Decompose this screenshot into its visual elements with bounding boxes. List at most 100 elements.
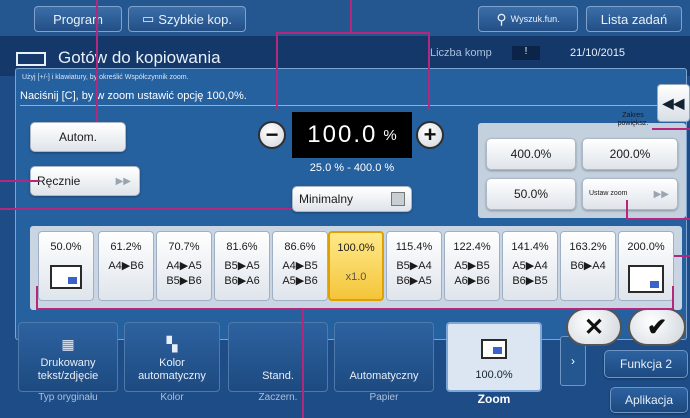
copier-screen: Program ▭ Szybkie kop. ⚲ Wyszuk.fun. Lis… (0, 0, 690, 418)
instruction-text: Naciśnij [C], by w zoom ustawić opcję 10… (20, 90, 660, 106)
search-function-button[interactable]: ⚲ Wyszuk.fun. (478, 6, 578, 32)
manual-zoom-button[interactable]: Ręcznie ▶▶ (30, 166, 140, 196)
color-icon: ▚ (166, 336, 178, 352)
minimal-toggle[interactable]: Minimalny (292, 186, 412, 212)
density-tab[interactable]: Stand. (228, 322, 328, 392)
preset-percent: 141.4% (511, 241, 549, 253)
original-type-value: Drukowany tekst/zdjęcie (37, 357, 99, 382)
zoom-icon (481, 339, 507, 359)
preset-button[interactable]: 86.6% A4▶B5 A5▶B6 (272, 231, 328, 301)
auto-zoom-label: Autom. (58, 130, 97, 144)
plus-button[interactable]: + (416, 121, 444, 149)
callout-line (0, 180, 40, 182)
quick-copy-button[interactable]: ▭ Szybkie kop. (128, 6, 246, 32)
callout-line (276, 32, 278, 110)
cancel-icon[interactable]: ✕ (566, 308, 622, 346)
preset-paper-line: B6▶A5 (396, 275, 432, 287)
chevron-right-icon: ▶▶ (115, 175, 131, 187)
callout-line (350, 0, 352, 32)
minus-button[interactable]: − (258, 121, 286, 149)
preset-percent: 163.2% (569, 241, 607, 253)
enlarge-icon (628, 265, 664, 293)
preset-button[interactable]: 122.4% A5▶B5 A6▶B6 (444, 231, 500, 301)
zoom-50-label: 50.0% (513, 187, 549, 201)
preset-paper-line: B5▶B6 (166, 275, 202, 287)
preset-paper-line: B5▶A4 (396, 260, 432, 272)
quick-copy-label: Szybkie kop. (158, 11, 232, 27)
applications-button[interactable]: Aplikacja (610, 387, 688, 413)
callout-line (0, 208, 292, 210)
callout-line (428, 32, 430, 110)
callout-line (302, 308, 304, 418)
search-icon: ⚲ (496, 10, 507, 27)
callout-line (652, 128, 690, 130)
set-zoom-button[interactable]: Ustaw zoom ▶▶ (582, 178, 678, 210)
set-zoom-label: Ustaw zoom (589, 190, 628, 197)
ok-check-icon[interactable]: ✔ (628, 308, 686, 346)
zoom-400-button[interactable]: 400.0% (486, 138, 576, 170)
preset-paper-line: x1.0 (345, 271, 367, 283)
zoom-value: 100.0 (307, 121, 378, 148)
callout-line (674, 255, 690, 257)
search-label: Wyszuk.fun. (510, 14, 560, 24)
zoom-unit: % (383, 126, 397, 144)
preset-button[interactable]: 70.7% A4▶A5 B5▶B6 (156, 231, 212, 301)
reduce-icon (50, 265, 82, 289)
collapse-panel-icon[interactable]: ◀◀ (657, 84, 690, 122)
preset-button[interactable]: 81.6% B5▶A5 B6▶A6 (214, 231, 270, 301)
preset-paper-line: A6▶B6 (454, 275, 490, 287)
preset-percent: 50.0% (50, 241, 82, 253)
preset-paper-line: A5▶A4 (512, 260, 548, 272)
preset-50-button[interactable]: 50.0% (38, 231, 94, 301)
preset-paper-line: A4▶B5 (282, 260, 318, 272)
zoom-50-button[interactable]: 50.0% (486, 178, 576, 210)
preset-percent: 115.4% (395, 241, 433, 253)
zoom-200-button[interactable]: 200.0% (582, 138, 678, 170)
zoom-value-display: 100.0 % (292, 112, 412, 158)
warning-icon: ! (512, 46, 540, 60)
preset-200-button[interactable]: 200.0% (618, 231, 674, 301)
checkbox-icon (391, 192, 405, 206)
program-button[interactable]: Program (34, 6, 122, 32)
preset-button[interactable]: 115.4% B5▶A4 B6▶A5 (386, 231, 442, 301)
copy-count-label: Liczba komp (430, 47, 492, 59)
auto-zoom-button[interactable]: Autom. (30, 122, 126, 152)
color-tab[interactable]: ▚ Kolor automatyczny (124, 322, 220, 392)
callout-line (672, 286, 674, 310)
paper-tab[interactable]: Automatyczny (334, 322, 434, 392)
function2-button[interactable]: Funkcja 2 (604, 350, 688, 378)
zoom-range-title: Zakres powiększ. (617, 112, 649, 127)
original-type-label: Typ oryginału (38, 392, 98, 403)
paper-value: Automatyczny (349, 370, 419, 382)
preset-button[interactable]: 61.2% A4▶B6 (98, 231, 154, 301)
zoom-200-label: 200.0% (609, 147, 651, 161)
minimal-label: Minimalny (299, 192, 354, 206)
preset-button[interactable]: 163.2% B6▶A4 (560, 231, 616, 301)
job-list-button[interactable]: Lista zadań (586, 6, 682, 32)
callout-line (626, 200, 628, 220)
preset-paper-line: A4▶A5 (166, 260, 202, 272)
density-label: Zaczern. (258, 392, 298, 403)
applications-label: Aplikacja (624, 393, 674, 407)
preset-percent: 100.0% (337, 242, 375, 254)
function2-label: Funkcja 2 (619, 357, 673, 371)
density-value: Stand. (262, 370, 294, 382)
manual-zoom-label: Ręcznie (37, 174, 81, 188)
copier-icon (16, 52, 46, 66)
preset-paper-line: A4▶B6 (108, 260, 144, 272)
zoom-tab-active[interactable]: 100.0% (446, 322, 542, 392)
preset-button[interactable]: 141.4% A5▶A4 B6▶B5 (502, 231, 558, 301)
callout-line (276, 32, 430, 34)
preset-paper-line: B6▶B5 (512, 275, 548, 287)
callout-line (36, 308, 674, 310)
document-icon: ▦ (61, 336, 75, 352)
callout-line (96, 0, 98, 122)
zoom-tab-value: 100.0% (475, 369, 513, 381)
zoom-range-text: 25.0 % - 400.0 % (309, 162, 395, 174)
preset-paper-line: A5▶B5 (454, 260, 490, 272)
preset-100-button-selected[interactable]: 100.0% x1.0 (328, 231, 384, 301)
preset-percent: 81.6% (226, 241, 258, 253)
preset-percent: 61.2% (110, 241, 142, 253)
preset-paper-line: A5▶B6 (282, 275, 318, 287)
original-type-tab[interactable]: ▦ Drukowany tekst/zdjęcie (18, 322, 118, 392)
